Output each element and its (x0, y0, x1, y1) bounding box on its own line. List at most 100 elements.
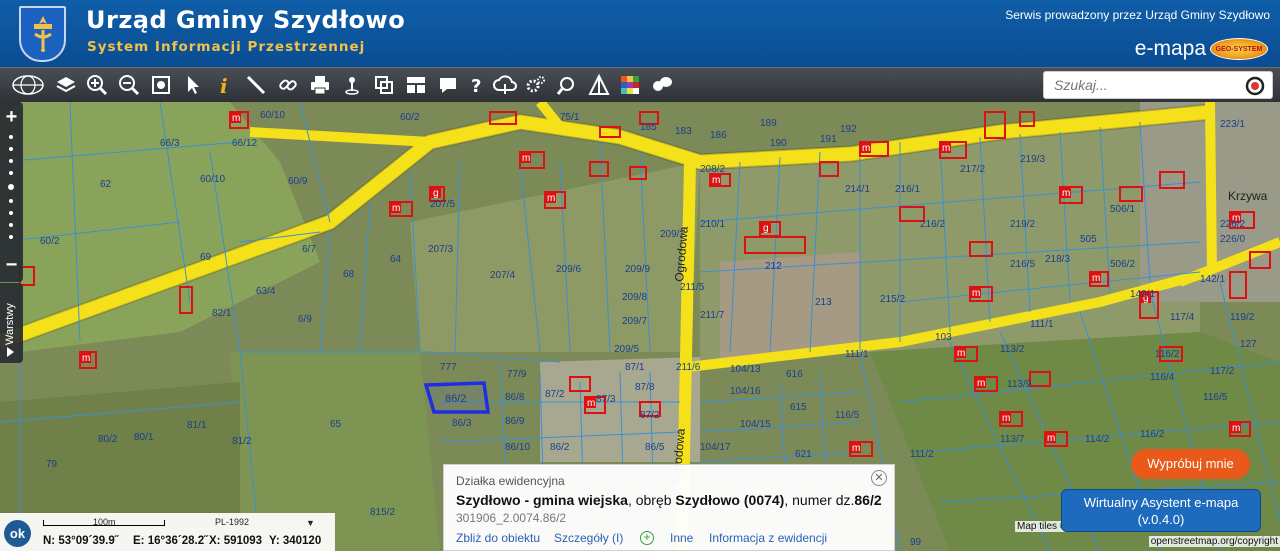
parcel-label: 60/9 (288, 176, 308, 187)
zoom-out-icon[interactable] (115, 71, 143, 99)
parcel-label: 116/4 (1150, 372, 1175, 383)
svg-text:?: ? (471, 76, 481, 96)
assistant-version: (v.0.4.0) (1137, 512, 1185, 527)
parcel-label: 207/4 (490, 270, 515, 281)
zoom-level-dot[interactable] (9, 159, 13, 163)
zoom-in-button[interactable]: + (0, 107, 23, 127)
virtual-assistant-button[interactable]: Wirtualny Asystent e-mapa (v.0.4.0) (1061, 489, 1261, 532)
parcel-label: 60/2 (400, 112, 420, 123)
parcel-label: 185 (640, 122, 657, 133)
parcel-label: 183 (675, 126, 692, 137)
zoom-to-object-link[interactable]: Zbliż do obiektu (456, 531, 540, 545)
attribution-link[interactable]: openstreetmap.org/copyright (1148, 536, 1280, 547)
zoom-level-dot[interactable] (9, 135, 13, 139)
parcel-label: 214/1 (845, 184, 870, 195)
parcel-label: 99 (910, 537, 922, 548)
parcel-label: 103 (935, 332, 952, 343)
zoom-level-dot[interactable] (9, 199, 13, 203)
zoom-extent-icon[interactable] (147, 71, 175, 99)
parcel-label: 75/1 (560, 112, 580, 123)
other-link[interactable]: Inne (670, 531, 693, 545)
coat-of-arms-icon (19, 6, 66, 62)
parcel-label: 104/15 (740, 419, 771, 430)
zoom-level-dot[interactable] (9, 211, 13, 215)
svg-text:m: m (862, 143, 870, 154)
print-icon[interactable] (306, 71, 334, 99)
cloud-upload-icon[interactable] (491, 71, 519, 99)
details-link[interactable]: Szczegóły (I) (554, 531, 623, 545)
measure-icon[interactable] (242, 71, 270, 99)
parcel-label: 60/10 (260, 110, 285, 121)
parcel-label: 207/3 (428, 244, 453, 255)
map-toolbar: i ? (0, 67, 1280, 102)
obreb-name: Szydłowo (0074) (675, 492, 785, 508)
parcel-label: 621 (795, 449, 812, 460)
parcel-label: 616 (786, 369, 803, 380)
gmina-name: Szydłowo - gmina wiejska (456, 492, 628, 508)
help-icon[interactable]: ? (463, 71, 491, 99)
compare-icon[interactable] (585, 71, 613, 99)
register-info-link[interactable]: Informacja z ewidencji (709, 531, 827, 545)
zoom-level-dot[interactable] (9, 235, 13, 239)
zoom-level-dot[interactable] (9, 223, 13, 227)
parcel-label: 186 (710, 130, 727, 141)
parcel-label: 60/10 (200, 174, 225, 185)
parcel-label: 104/17 (700, 442, 731, 453)
emapa-brand[interactable]: e-mapa GEO-SYSTEM (1135, 36, 1268, 62)
parcel-description: Szydłowo - gmina wiejska, obręb Szydłowo… (456, 492, 882, 508)
parcel-label: 69 (200, 252, 212, 263)
parcel-label: 87/8 (635, 382, 655, 393)
add-icon[interactable]: + (640, 531, 654, 545)
search-icon[interactable] (1244, 75, 1266, 102)
svg-text:m: m (587, 398, 595, 409)
parcel-label: 211/7 (700, 310, 725, 321)
close-icon[interactable]: ✕ (871, 470, 887, 486)
numer-prefix: , numer dz. (784, 492, 855, 508)
layers-panel-toggle[interactable]: Warstwy (0, 283, 23, 363)
parcel-label: 223/1 (1220, 119, 1245, 130)
zoom-out-button[interactable]: − (0, 255, 23, 275)
copy-icon[interactable] (370, 71, 398, 99)
pointer-icon[interactable] (179, 71, 207, 99)
parcel-label: 86/10 (505, 442, 530, 453)
parcel-label: 111/2 (910, 449, 934, 460)
globe-icon[interactable] (10, 71, 46, 99)
try-me-button[interactable]: Wypróbuj mnie (1131, 449, 1250, 479)
parcel-label: 87/3 (596, 394, 616, 405)
ok-button[interactable]: ok (4, 520, 31, 547)
layers-icon[interactable] (52, 71, 80, 99)
link-icon[interactable] (274, 71, 302, 99)
info-icon[interactable]: i (210, 71, 238, 99)
zoom-level-current[interactable] (8, 184, 14, 190)
chat-icon[interactable] (648, 71, 676, 99)
search-box[interactable] (1043, 71, 1273, 99)
poi-icon[interactable] (338, 71, 366, 99)
longitude: E: 16°36´28.2˝ (133, 535, 208, 547)
layers-label: Warstwy (4, 303, 16, 345)
svg-text:m: m (232, 113, 240, 124)
zoom-in-icon[interactable] (83, 71, 111, 99)
chevron-down-icon[interactable]: ▼ (306, 518, 315, 528)
parcel-label: 210/1 (700, 219, 725, 230)
zoom-level-dot[interactable] (9, 147, 13, 151)
obreb-prefix: , obręb (627, 492, 676, 508)
find-icon[interactable] (553, 71, 581, 99)
parcel-label: 219/2 (1010, 219, 1035, 230)
layout-icon[interactable] (402, 71, 430, 99)
parcel-label: 86/9 (505, 416, 525, 427)
parcel-label: 111/1 (1030, 319, 1054, 330)
search-input[interactable] (1044, 72, 1234, 98)
svg-text:m: m (972, 288, 980, 299)
parcel-label: 226/2 (1220, 219, 1245, 230)
crs-select[interactable]: PL-1992 (215, 517, 249, 527)
settings-icon[interactable] (522, 71, 550, 99)
parcel-label: 104/16 (730, 386, 761, 397)
comment-icon[interactable] (434, 71, 462, 99)
coordinates-panel: ok 100m PL-1992 ▼ N: 53°09´39.9˝ E: 16°3… (0, 513, 335, 551)
svg-text:g: g (433, 188, 439, 199)
parcel-label: 117/2 (1210, 366, 1235, 377)
colors-icon[interactable] (616, 71, 644, 99)
svg-text:m: m (82, 353, 90, 364)
parcel-label: 81/2 (232, 436, 252, 447)
zoom-level-dot[interactable] (9, 171, 13, 175)
